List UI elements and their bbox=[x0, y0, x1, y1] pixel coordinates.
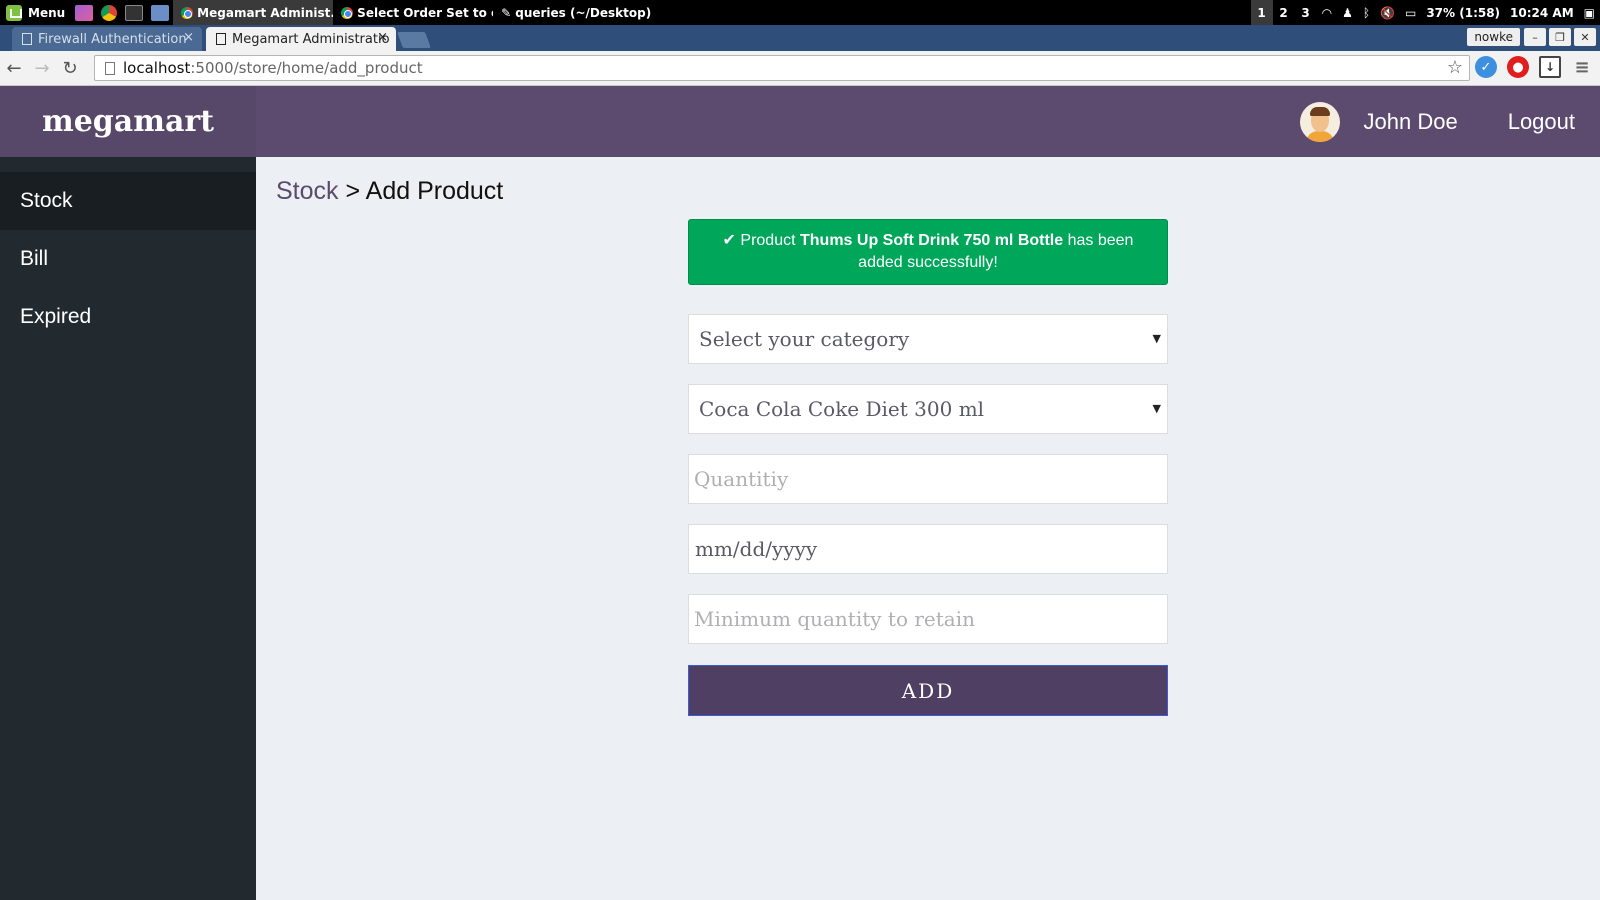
avatar[interactable] bbox=[1299, 101, 1340, 142]
tab-firewall-authentication[interactable]: Firewall Authentication × bbox=[12, 27, 202, 51]
page-icon bbox=[216, 33, 226, 45]
wifi-icon[interactable]: ◠ bbox=[1322, 6, 1332, 20]
address-bar[interactable]: localhost:5000/store/home/add_product ☆ bbox=[94, 55, 1470, 81]
menu-icon[interactable]: ≡ bbox=[1571, 56, 1593, 78]
file-manager-launcher-icon[interactable] bbox=[151, 4, 170, 21]
date-field-wrapper bbox=[688, 524, 1168, 574]
browser-tab-strip: Firewall Authentication × Megamart Admin… bbox=[0, 25, 1600, 51]
user-area: John Doe Logout bbox=[1299, 86, 1600, 157]
breadcrumb-separator: > bbox=[338, 177, 366, 205]
new-tab-button[interactable] bbox=[397, 32, 431, 48]
sidebar-item-stock[interactable]: Stock bbox=[0, 172, 256, 230]
sidebar: Stock Bill Expired bbox=[0, 157, 256, 900]
taskbar-window-queries[interactable]: ✎ queries (~/Desktop) ... bbox=[493, 0, 653, 25]
add-button[interactable]: ADD bbox=[688, 665, 1168, 716]
taskbar-window-order-set[interactable]: Select Order Set to c... bbox=[333, 0, 493, 25]
tab-title: Megamart Administratio bbox=[232, 31, 390, 47]
alert-product-name: Thums Up Soft Drink 750 ml Bottle bbox=[800, 232, 1064, 249]
user-icon[interactable]: ♟ bbox=[1342, 6, 1353, 20]
workspace-3[interactable]: 3 bbox=[1295, 0, 1317, 25]
chrome-launcher-icon[interactable] bbox=[101, 4, 118, 21]
quantity-input[interactable] bbox=[694, 455, 1167, 503]
url-path: :5000/store/home/add_product bbox=[190, 59, 423, 77]
chevron-down-icon: ▼ bbox=[1152, 402, 1161, 415]
close-icon[interactable]: × bbox=[377, 30, 388, 45]
page-icon bbox=[22, 33, 32, 45]
terminal-launcher-icon[interactable] bbox=[125, 4, 144, 21]
extension-blue-icon[interactable]: ✓ bbox=[1475, 56, 1497, 78]
logout-link[interactable]: Logout bbox=[1508, 109, 1575, 135]
workspace-2[interactable]: 2 bbox=[1273, 0, 1295, 25]
bookmark-star-icon[interactable]: ☆ bbox=[1447, 57, 1463, 78]
profile-button[interactable]: nowke bbox=[1467, 28, 1520, 46]
breadcrumb-current: Add Product bbox=[365, 177, 504, 205]
check-icon: ✔ bbox=[722, 232, 736, 249]
tab-megamart-administration[interactable]: Megamart Administratio × bbox=[206, 27, 396, 51]
os-taskbar: Menu Megamart Administ... Select Order S… bbox=[0, 0, 1600, 25]
close-icon[interactable]: × bbox=[183, 30, 194, 45]
taskbar-window-title: Select Order Set to c... bbox=[357, 5, 493, 20]
battery-status: 37% (1:58) bbox=[1426, 5, 1501, 20]
notification-icon[interactable]: ▣ bbox=[1584, 6, 1595, 20]
clock[interactable]: 10:24 AM bbox=[1510, 6, 1574, 20]
window-close-icon[interactable]: ✕ bbox=[1574, 28, 1596, 46]
volume-muted-icon[interactable]: 🔇 bbox=[1380, 6, 1395, 20]
adblock-icon[interactable]: ● bbox=[1507, 56, 1529, 78]
expiry-date-input[interactable] bbox=[695, 525, 1167, 573]
taskbar-window-title: queries (~/Desktop) ... bbox=[515, 5, 653, 20]
extension-icons: ✓ ● ↓ ≡ bbox=[1475, 56, 1593, 78]
start-menu-label: Menu bbox=[28, 5, 66, 20]
breadcrumb: Stock > Add Product bbox=[276, 177, 503, 206]
min-quantity-field-wrapper bbox=[688, 594, 1168, 644]
user-name[interactable]: John Doe bbox=[1364, 109, 1458, 135]
page-icon bbox=[105, 61, 115, 75]
category-select[interactable]: Select your category ▼ bbox=[688, 314, 1168, 364]
start-menu-button[interactable]: Menu bbox=[0, 0, 71, 25]
restore-icon[interactable]: ❐ bbox=[1549, 28, 1571, 46]
product-select[interactable]: Coca Cola Coke Diet 300 ml ▼ bbox=[688, 384, 1168, 434]
workspace-1[interactable]: 1 bbox=[1250, 0, 1273, 25]
taskbar-window-title: Megamart Administ... bbox=[197, 5, 334, 20]
category-select-value: Select your category bbox=[699, 327, 910, 351]
alert-prefix: Product bbox=[740, 232, 796, 249]
back-arrow-icon[interactable]: ← bbox=[0, 54, 28, 82]
browser-toolbar: ← → ↻ localhost:5000/store/home/add_prod… bbox=[0, 51, 1600, 86]
reload-icon[interactable]: ↻ bbox=[56, 54, 84, 82]
image-viewer-launcher-icon[interactable] bbox=[75, 4, 94, 21]
taskbar-window-megamart[interactable]: Megamart Administ... bbox=[173, 0, 334, 25]
url-host: localhost bbox=[123, 59, 191, 77]
chrome-icon bbox=[341, 6, 354, 19]
breadcrumb-stock-link[interactable]: Stock bbox=[276, 177, 339, 205]
sidebar-item-expired[interactable]: Expired bbox=[0, 288, 256, 346]
chevron-down-icon: ▼ bbox=[1152, 332, 1161, 345]
tab-title: Firewall Authentication bbox=[38, 31, 187, 47]
product-select-value: Coca Cola Coke Diet 300 ml bbox=[699, 397, 985, 421]
text-editor-icon: ✎ bbox=[501, 5, 512, 20]
quantity-field-wrapper bbox=[688, 454, 1168, 504]
download-icon[interactable]: ↓ bbox=[1539, 56, 1561, 78]
app-header: megamart John Doe Logout bbox=[0, 86, 1600, 157]
success-alert: ✔ Product Thums Up Soft Drink 750 ml Bot… bbox=[688, 219, 1168, 285]
mint-logo-icon bbox=[6, 4, 22, 21]
battery-icon[interactable]: ▭ bbox=[1405, 6, 1416, 20]
min-quantity-input[interactable] bbox=[694, 595, 1167, 643]
brand-logo[interactable]: megamart bbox=[0, 86, 256, 157]
main-content: Stock > Add Product ✔ Product Thums Up S… bbox=[256, 157, 1600, 900]
sidebar-item-bill[interactable]: Bill bbox=[0, 230, 256, 288]
minimize-icon[interactable]: – bbox=[1524, 28, 1546, 46]
forward-arrow-icon[interactable]: → bbox=[28, 54, 56, 82]
chrome-icon bbox=[181, 6, 194, 19]
bluetooth-icon[interactable]: ᛒ bbox=[1363, 6, 1370, 20]
system-tray: 1 2 3 ◠ ♟ ᛒ 🔇 ▭ 37% (1:58) 10:24 AM ▣ bbox=[1250, 0, 1600, 25]
